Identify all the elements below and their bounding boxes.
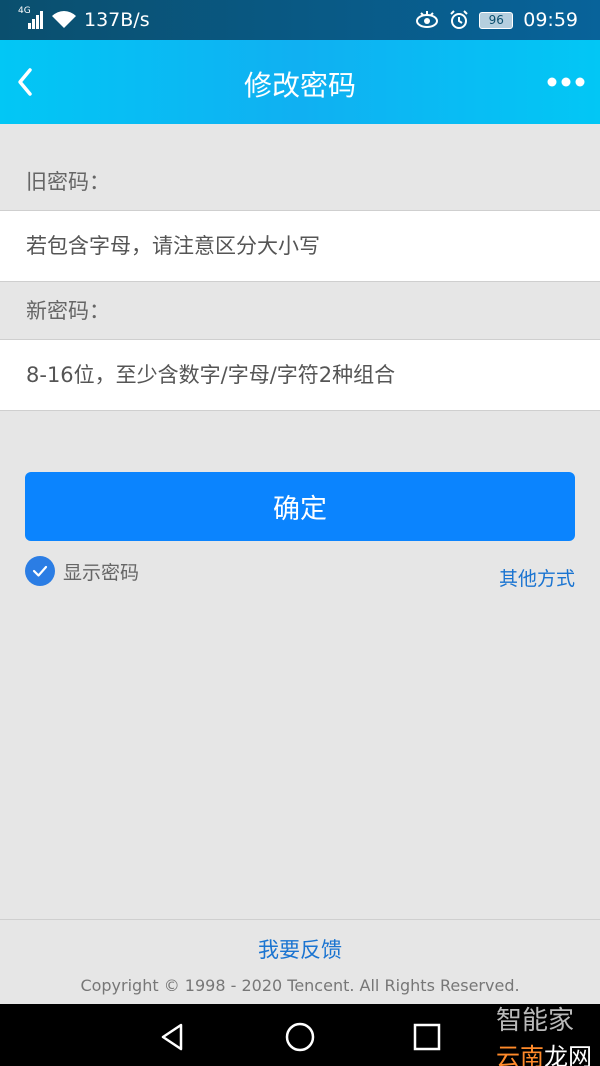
nav-home-icon[interactable] xyxy=(282,1019,318,1055)
other-methods-link[interactable]: 其他方式 xyxy=(499,564,575,591)
show-password-toggle[interactable]: 显示密码 xyxy=(25,556,139,586)
new-password-input[interactable] xyxy=(26,340,586,410)
title-bar: 修改密码 xyxy=(0,40,600,124)
watermark-line2: 云南龙网 xyxy=(496,1043,592,1066)
cellular-signal-icon: 4G xyxy=(18,6,44,29)
copyright-text: Copyright © 1998 - 2020 Tencent. All Rig… xyxy=(80,976,520,995)
old-password-label: 旧密码： xyxy=(26,170,110,194)
old-password-input[interactable] xyxy=(26,211,586,281)
network-type: 4G xyxy=(18,6,31,16)
watermark-line1: 智能家 xyxy=(496,1006,575,1036)
footer-divider xyxy=(0,919,600,920)
eye-comfort-icon xyxy=(416,11,439,28)
watermark: 智能家 云南龙网 xyxy=(496,1000,592,1066)
nav-recents-icon[interactable] xyxy=(409,1019,445,1055)
feedback-link[interactable]: 我要反馈 xyxy=(0,934,600,964)
wifi-icon xyxy=(52,11,76,28)
page-title: 修改密码 xyxy=(243,69,356,102)
old-password-field-row xyxy=(0,210,600,282)
status-bar: 4G 137B/s 96 09:59 xyxy=(0,0,600,40)
show-password-label: 显示密码 xyxy=(63,561,140,584)
confirm-button[interactable]: 确定 xyxy=(25,472,575,541)
more-options-icon[interactable] xyxy=(546,70,586,94)
new-password-field-row xyxy=(0,339,600,411)
nav-back-icon[interactable] xyxy=(154,1019,190,1055)
clock: 09:59 xyxy=(523,9,578,31)
battery-icon: 96 xyxy=(479,11,514,29)
network-speed: 137B/s xyxy=(84,9,150,31)
new-password-label: 新密码： xyxy=(26,299,110,323)
checkbox-checked-icon[interactable] xyxy=(25,556,55,586)
alarm-icon xyxy=(450,10,468,29)
